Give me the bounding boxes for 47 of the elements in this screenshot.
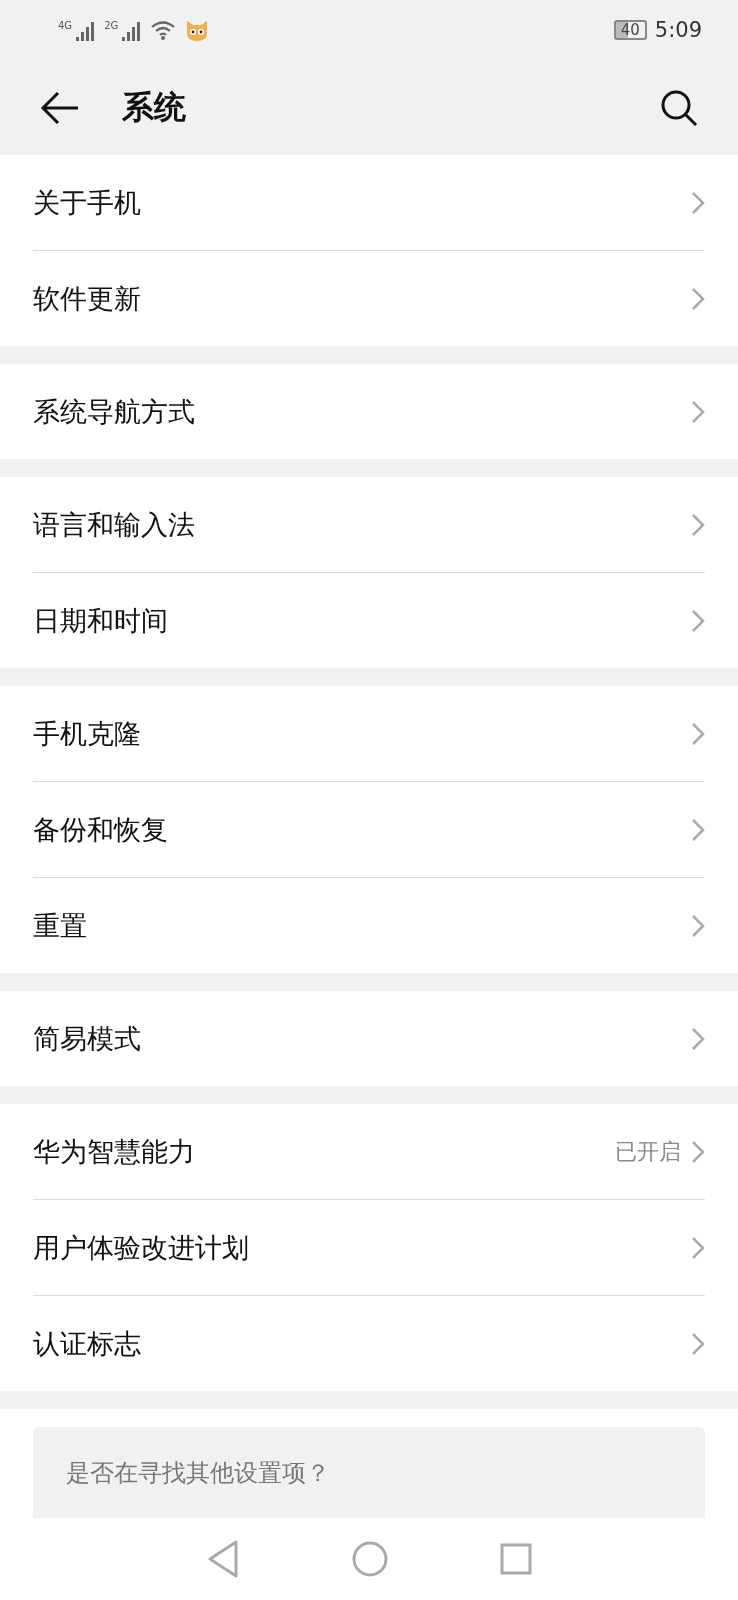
clock-time: 5:09 xyxy=(654,18,702,42)
settings-item[interactable]: 软件更新 xyxy=(33,251,705,346)
item-label: 华为智慧能力 xyxy=(33,1134,196,1169)
item-label: 认证标志 xyxy=(33,1326,142,1361)
network-label: 4G xyxy=(58,19,73,31)
item-label: 用户体验改进计划 xyxy=(33,1230,250,1265)
page-title: 系统 xyxy=(122,86,186,128)
wifi-icon xyxy=(150,20,177,40)
card-question: 是否在寻找其他设置项？ xyxy=(66,1459,330,1487)
chevron-right-icon xyxy=(691,399,705,424)
settings-item[interactable]: 用户体验改进计划 xyxy=(33,1200,705,1296)
settings-item[interactable]: 日期和时间 xyxy=(33,573,705,668)
chevron-right-icon xyxy=(691,721,705,746)
settings-item[interactable]: 手机克隆 xyxy=(33,686,705,782)
settings-item[interactable]: 重置 xyxy=(33,878,705,973)
item-label: 备份和恢复 xyxy=(33,812,169,847)
chevron-right-icon xyxy=(691,1026,705,1051)
settings-item[interactable]: 备份和恢复 xyxy=(33,782,705,878)
battery-indicator: 40 xyxy=(613,20,647,40)
signal-icon xyxy=(74,19,97,41)
chevron-right-icon xyxy=(691,608,705,633)
chevron-right-icon xyxy=(691,1235,705,1260)
settings-item[interactable]: 华为智慧能力 已开启 xyxy=(33,1104,705,1200)
back-nav-button[interactable] xyxy=(206,1539,240,1579)
item-status: 已开启 xyxy=(615,1137,681,1166)
settings-item[interactable]: 语言和输入法 xyxy=(33,477,705,573)
item-label: 简易模式 xyxy=(33,1021,142,1056)
chevron-right-icon xyxy=(691,190,705,215)
home-button[interactable] xyxy=(352,1541,388,1577)
settings-item[interactable]: 关于手机 xyxy=(33,155,705,251)
chevron-right-icon xyxy=(691,913,705,938)
item-label: 日期和时间 xyxy=(33,603,169,638)
signal-icon xyxy=(120,19,143,41)
chevron-right-icon xyxy=(691,817,705,842)
item-label: 关于手机 xyxy=(33,185,142,220)
chevron-right-icon xyxy=(691,286,705,311)
recents-button[interactable] xyxy=(500,1543,532,1575)
chevron-right-icon xyxy=(691,512,705,537)
item-label: 软件更新 xyxy=(33,281,142,316)
item-label: 语言和输入法 xyxy=(33,507,196,542)
chevron-right-icon xyxy=(691,1139,705,1164)
settings-item[interactable]: 认证标志 xyxy=(33,1296,705,1391)
item-label: 重置 xyxy=(33,908,88,943)
item-label: 手机克隆 xyxy=(33,716,142,751)
chevron-right-icon xyxy=(691,1331,705,1356)
item-label: 系统导航方式 xyxy=(33,394,196,429)
network-label: 2G xyxy=(104,19,119,31)
